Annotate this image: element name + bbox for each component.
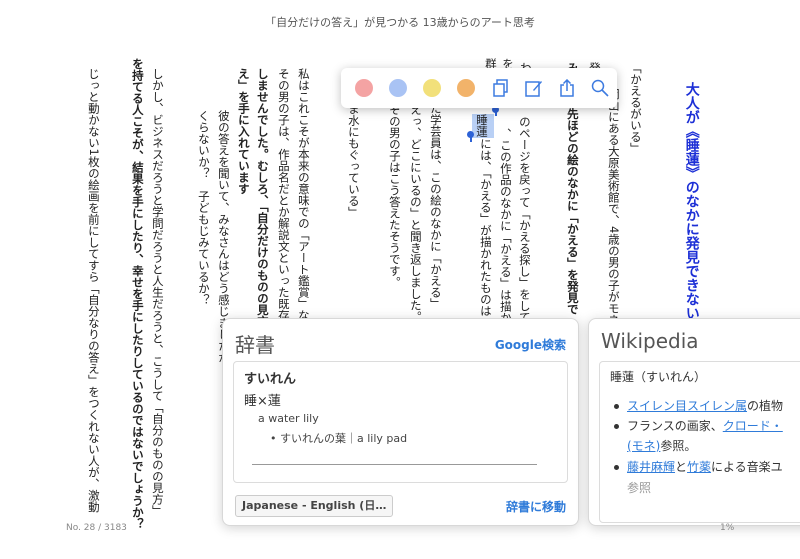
entry-reading: すいれん	[244, 372, 297, 387]
wikipedia-headline: 睡蓮（すいれん）	[610, 370, 707, 384]
wikipedia-link[interactable]: (モネ)	[627, 439, 660, 453]
dictionary-entry: すいれん 睡×蓮 a water lily • すいれんの葉｜a lily pa…	[233, 361, 568, 483]
selected-text: 睡蓮	[475, 114, 489, 137]
wikipedia-text: の植物	[747, 399, 784, 413]
selection-toolbar	[341, 68, 617, 108]
location-indicator: No. 28 / 3183	[66, 523, 127, 533]
text-column: じっと動かない1枚の絵画を前にしてすら「自分なりの答え」をつくれない人が、激動	[86, 68, 101, 513]
text-column: を持てる人こそが、結果を手にしたり、幸せを手にしたりしているのではないでしょうか…	[130, 58, 145, 530]
text-column: しかし、ビジネスだろうと学問だろうと人生だろうと、こうして「自分のものの見方」	[150, 68, 165, 517]
wikipedia-link[interactable]: スイレン目スイレン属	[627, 399, 747, 413]
wikipedia-link[interactable]: 藤井麻輝	[627, 460, 675, 474]
text-column: その男の子はこう答えたそうです。	[387, 104, 402, 288]
wikipedia-text: 参照。	[660, 439, 697, 453]
text-column: には、「かえる」が描かれたものは	[478, 138, 493, 317]
search-icon[interactable]	[590, 78, 610, 98]
text-column: しませんでした。むしろ、「自分だけのものの見方」	[255, 68, 270, 339]
copy-icon[interactable]	[491, 78, 511, 98]
wikipedia-text: フランスの画家、	[627, 419, 723, 433]
book-title: 「自分だけの答え」が見つかる 13歳からのアート思考	[265, 16, 535, 29]
wikipedia-link[interactable]: クロード・	[723, 419, 783, 433]
progress-indicator: 1%	[720, 523, 735, 533]
highlight-yellow-button[interactable]	[423, 79, 441, 97]
text-column: その男の子は、作品名だとか解説文といった既存の	[276, 68, 291, 333]
share-icon[interactable]	[557, 78, 577, 98]
language-select[interactable]: Japanese - English (日…	[235, 495, 394, 517]
text-column: 「かえるがいる」	[628, 62, 643, 154]
wikipedia-link[interactable]: 竹薬	[687, 460, 711, 474]
divider	[252, 464, 537, 465]
text-column: 私はこれこそが本来の意味での「アート鑑賞」なの	[296, 68, 311, 333]
google-search-link[interactable]: Google検索	[495, 336, 566, 353]
dictionary-panel: 辞書 Google検索 すいれん 睡×蓮 a water lily • すいれん…	[222, 318, 579, 526]
text-column: え」を手に入れています	[236, 68, 251, 195]
wikipedia-list-item-continued: (モネ)参照。	[627, 436, 696, 456]
wikipedia-list-item-continued: 参照	[627, 481, 652, 495]
wikipedia-list-item: スイレン目スイレン属の植物	[614, 396, 783, 416]
dictionary-title: 辞書	[235, 333, 275, 357]
note-icon[interactable]	[524, 78, 544, 98]
entry-sub-definition-text: すいれんの葉｜a lily pad	[280, 432, 408, 445]
text-column: 大人が《睡蓮》のなかに発見できないも	[683, 82, 700, 334]
highlight-orange-button[interactable]	[457, 79, 475, 97]
wikipedia-text: による音楽ユ	[711, 460, 783, 474]
wikipedia-list-item: フランスの画家、クロード・	[614, 416, 783, 436]
go-to-dictionary-button[interactable]: 辞書に移動	[506, 498, 566, 515]
wikipedia-entry: 睡蓮（すいれん） スイレン目スイレン属の植物 フランスの画家、クロード・ (モネ…	[599, 361, 800, 523]
highlight-red-button[interactable]	[355, 79, 373, 97]
highlight-blue-button[interactable]	[389, 79, 407, 97]
wikipedia-panel: Wikipedia 睡蓮（すいれん） スイレン目スイレン属の植物 フランスの画家…	[588, 318, 800, 526]
entry-definition: a water lily	[258, 412, 319, 425]
selection-handle-bottom[interactable]	[467, 131, 474, 138]
text-column: えっ、どこにいるの」と聞き返しました。	[408, 104, 423, 323]
text-column: のページを戻って「かえる探し」をしてい	[517, 116, 532, 335]
text-column: くらないか？ 子どもじみているか？	[196, 110, 211, 306]
entry-sub-definition: • すいれんの葉｜a lily pad	[270, 432, 408, 445]
wikipedia-list-item: 藤井麻輝と竹薬による音楽ユ	[614, 457, 783, 477]
wikipedia-text: と	[675, 460, 688, 474]
entry-headword: 睡×蓮	[244, 394, 281, 409]
text-column: 岡山にある大原美術館で、4歳の男の子がモネの	[606, 88, 621, 337]
wikipedia-title: Wikipedia	[601, 329, 699, 353]
